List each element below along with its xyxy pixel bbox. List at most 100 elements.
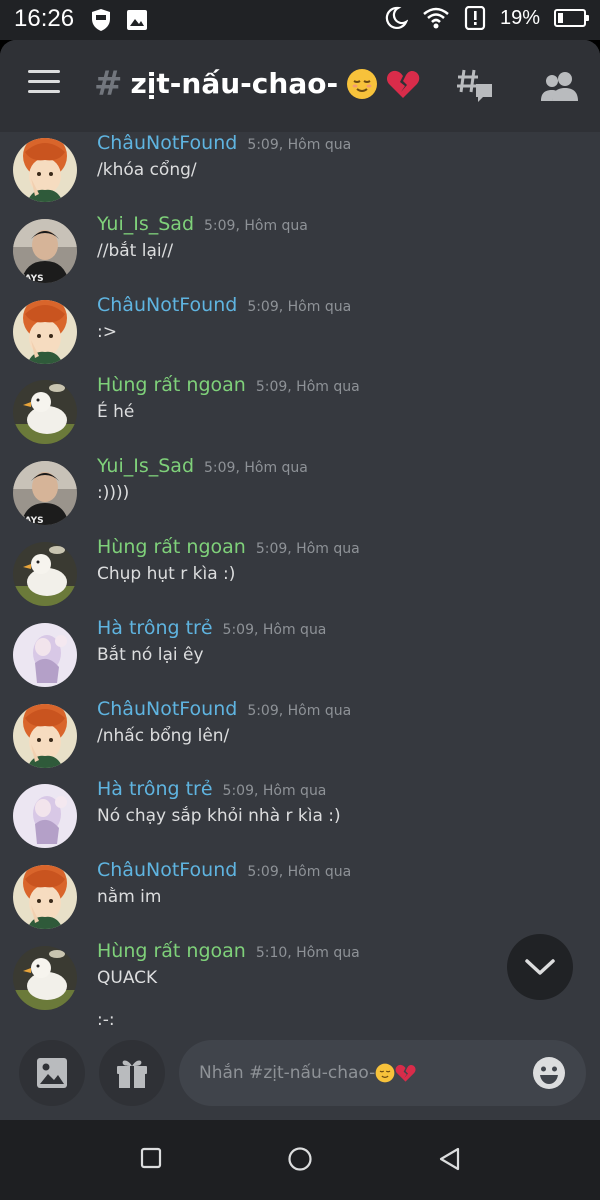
message-row[interactable]: ChâuNotFound 5:09, Hôm qua nằm im <box>0 859 600 945</box>
message-text: nằm im <box>97 887 162 907</box>
message-username[interactable]: ChâuNotFound 5:09, Hôm qua <box>97 294 351 316</box>
message-row[interactable]: Hà trông trẻ 5:09, Hôm qua Bắt nó lại êy <box>0 617 600 703</box>
members-button[interactable] <box>540 70 580 106</box>
channel-hash: # <box>94 64 123 104</box>
message-timestamp: 5:09, Hôm qua <box>222 622 327 638</box>
svg-text:WAYS: WAYS <box>15 516 44 525</box>
recents-square-icon <box>140 1147 162 1169</box>
message-timestamp: 5:09, Hôm qua <box>204 460 308 476</box>
chat-app: # zịt-nấu-chao- ChâuNotFound 5:09, Hôm q… <box>0 40 600 1120</box>
avatar[interactable]: WAYS <box>13 461 77 525</box>
message-username[interactable]: Yui_Is_Sad 5:09, Hôm qua <box>97 213 308 235</box>
message-username[interactable]: Hùng rất ngoan 5:09, Hôm qua <box>97 536 360 558</box>
avatar[interactable] <box>13 784 77 848</box>
message-username[interactable]: ChâuNotFound 5:09, Hôm qua <box>97 132 351 154</box>
message-list[interactable]: ChâuNotFound 5:09, Hôm qua/khóa cổng/WAYS… <box>0 132 600 1032</box>
message-timestamp: 5:09, Hôm qua <box>247 703 352 719</box>
message-username[interactable]: Hùng rất ngoan 5:09, Hôm qua <box>97 374 360 396</box>
message-timestamp: 5:09, Hôm qua <box>247 299 352 315</box>
message-text: /khóa cổng/ <box>97 160 197 180</box>
emoji-icon <box>533 1057 565 1089</box>
recents-button[interactable] <box>139 1146 163 1174</box>
message-username[interactable]: Yui_Is_Sad 5:09, Hôm qua <box>97 455 308 477</box>
moon-icon <box>385 6 408 29</box>
threads-button[interactable] <box>456 66 494 108</box>
message-row[interactable]: WAYS Yui_Is_Sad 5:09, Hôm qua:)))) <box>0 455 600 541</box>
home-circle-icon <box>288 1147 312 1171</box>
jump-to-present-button[interactable] <box>507 934 573 1000</box>
avatar[interactable] <box>13 946 77 1010</box>
message-input-placeholder: Nhắn #zịt-nấu-chao- <box>199 1063 416 1083</box>
svg-text:WAYS: WAYS <box>15 274 44 283</box>
image-icon <box>127 10 147 30</box>
battery-percent: 19% <box>499 6 540 29</box>
threads-icon <box>457 69 492 102</box>
message-text: :> <box>97 322 117 342</box>
back-triangle-icon <box>439 1147 460 1171</box>
status-time: 16:26 <box>14 5 75 32</box>
avatar[interactable] <box>13 865 77 929</box>
battery-level <box>558 13 563 23</box>
message-timestamp: 5:09, Hôm qua <box>222 783 327 799</box>
message-text: /nhấc bổng lên/ <box>97 726 230 746</box>
message-row[interactable]: Hùng rất ngoan 5:09, Hôm qua Chụp hụt r kì… <box>0 536 600 622</box>
relieved-face-emoji-icon <box>347 69 378 99</box>
channel-title: # zịt-nấu-chao- <box>94 67 420 101</box>
emoji-picker-button[interactable] <box>532 1056 566 1094</box>
channel-header: # zịt-nấu-chao- <box>0 40 600 132</box>
gift-icon <box>117 1060 147 1088</box>
message-username[interactable]: Hùng rất ngoan 5:10, Hôm qua <box>97 940 360 962</box>
avatar[interactable] <box>13 380 77 444</box>
message-row[interactable]: WAYS Yui_Is_Sad 5:09, Hôm qua //bắt lại// <box>0 213 600 299</box>
relieved-face-emoji-icon <box>375 1063 395 1083</box>
avatar[interactable] <box>13 300 77 364</box>
message-composer: Nhắn #zịt-nấu-chao- <box>0 1032 600 1120</box>
message-username[interactable]: Hà trông trẻ 5:09, Hôm qua <box>97 778 326 800</box>
message-text: É hé <box>97 402 135 422</box>
message-text: Bắt nó lại êy <box>97 645 204 665</box>
message-text: :)))) <box>97 483 130 503</box>
status-bar: 16:26 19% <box>0 0 600 40</box>
message-text: //bắt lại// <box>97 241 174 261</box>
message-row[interactable]: ChâuNotFound 5:09, Hôm qua/nhấc bổng lên/ <box>0 698 600 784</box>
menu-icon <box>28 70 60 73</box>
avatar[interactable] <box>13 542 77 606</box>
message-timestamp: 5:09, Hôm qua <box>255 379 360 395</box>
back-button[interactable] <box>437 1146 463 1176</box>
broken-heart-emoji-icon <box>395 1064 416 1082</box>
chevron-down-icon <box>525 959 555 975</box>
message-text: :-: <box>97 1010 115 1030</box>
channel-name: zịt-nấu-chao- <box>130 67 339 100</box>
avatar[interactable] <box>13 704 77 768</box>
message-row[interactable]: Hà trông trẻ 5:09, Hôm qua Nó chạy sắp khỏ… <box>0 778 600 864</box>
alert-icon <box>464 6 486 30</box>
avatar[interactable] <box>13 138 77 202</box>
message-timestamp: 5:09, Hôm qua <box>204 218 308 234</box>
message-text: Chụp hụt r kìa :) <box>97 564 236 584</box>
message-row[interactable]: ChâuNotFound 5:09, Hôm qua :> <box>0 294 600 380</box>
message-text: Nó chạy sắp khỏi nhà r kìa :) <box>97 806 341 826</box>
message-input[interactable]: Nhắn #zịt-nấu-chao- <box>179 1040 586 1106</box>
members-icon <box>541 72 578 101</box>
home-button[interactable] <box>287 1146 313 1176</box>
image-upload-icon <box>37 1058 67 1088</box>
message-timestamp: 5:09, Hôm qua <box>255 541 360 557</box>
message-username[interactable]: ChâuNotFound 5:09, Hôm qua <box>97 859 351 881</box>
broken-heart-emoji-icon <box>387 70 420 98</box>
message-username[interactable]: Hà trông trẻ 5:09, Hôm qua <box>97 617 326 639</box>
avatar[interactable]: WAYS <box>13 219 77 283</box>
avatar[interactable] <box>13 623 77 687</box>
battery-icon <box>554 9 589 27</box>
wifi-icon <box>423 7 449 29</box>
message-timestamp: 5:09, Hôm qua <box>247 137 352 153</box>
system-navigation-bar <box>0 1120 600 1200</box>
message-row[interactable]: Hùng rất ngoan 5:09, Hôm qua É hé <box>0 374 600 460</box>
message-username[interactable]: ChâuNotFound 5:09, Hôm qua <box>97 698 351 720</box>
gift-button[interactable] <box>99 1040 165 1106</box>
message-timestamp: 5:10, Hôm qua <box>255 945 360 961</box>
message-row[interactable]: ChâuNotFound 5:09, Hôm qua/khóa cổng/ <box>0 132 600 218</box>
shield-icon <box>92 9 110 31</box>
upload-image-button[interactable] <box>19 1040 85 1106</box>
menu-button[interactable] <box>28 70 62 100</box>
message-text: QUACK <box>97 968 158 988</box>
